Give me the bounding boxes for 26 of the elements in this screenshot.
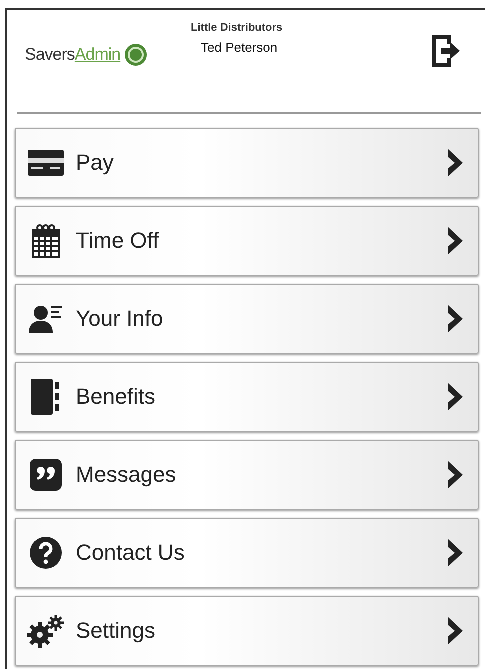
menu-item[interactable]: Pay [15, 128, 479, 198]
user-name: Ted Peterson [201, 40, 279, 55]
menu-item[interactable]: Time Off [15, 206, 479, 276]
menu-item[interactable]: Your Info [15, 284, 479, 354]
user-profile-icon [29, 304, 63, 334]
card-icon [28, 150, 64, 176]
chevron-icon [446, 616, 464, 646]
logo-text: SaversAdmin [25, 45, 121, 65]
chevron-icon [446, 460, 464, 490]
chevron-icon [446, 304, 464, 334]
chevron-icon [446, 382, 464, 412]
logo-icon [124, 44, 147, 66]
calendar-icon [31, 224, 61, 258]
menu-item[interactable]: Contact Us [15, 518, 479, 588]
menu-item[interactable]: Messages [15, 440, 479, 510]
chevron-icon [446, 538, 464, 568]
company-name: Little Distributors [191, 22, 283, 34]
notebook-icon [31, 379, 61, 415]
logout-icon[interactable] [431, 34, 461, 68]
chevron-icon [446, 226, 464, 256]
help-icon [30, 537, 62, 569]
menu-item[interactable]: Benefits [15, 362, 479, 432]
gears-icon [27, 614, 65, 648]
menu-item[interactable]: Settings [15, 596, 479, 666]
chevron-icon [446, 148, 464, 178]
quote-icon [30, 459, 62, 491]
